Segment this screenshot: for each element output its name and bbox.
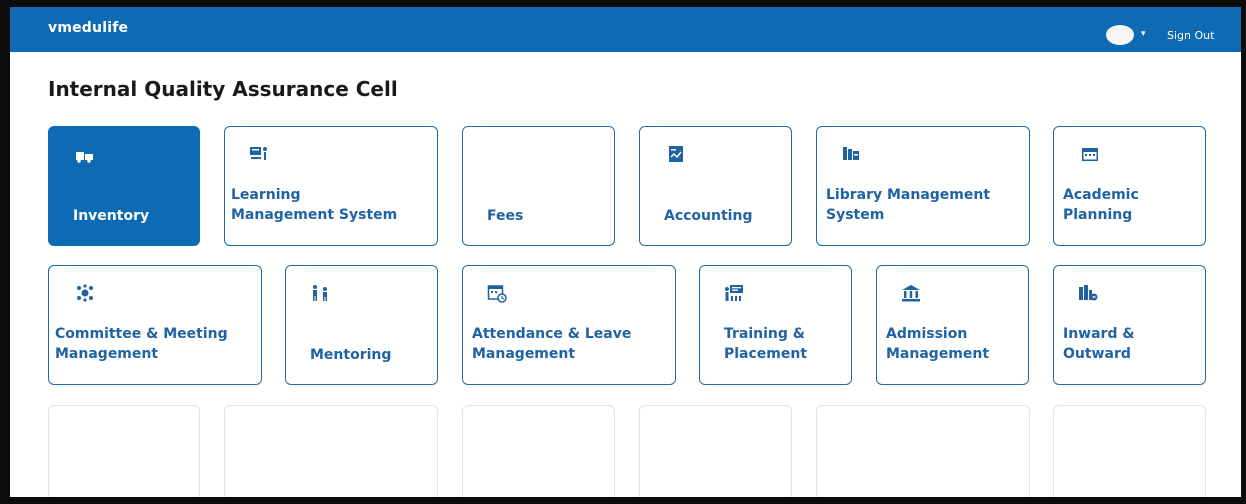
sign-out-link[interactable]: Sign Out [1167, 29, 1214, 42]
module-tile-placeholder [1053, 405, 1206, 497]
top-navbar: vmedulife ▾ Sign Out [10, 7, 1241, 52]
lms-icon [249, 145, 269, 163]
admission-icon [901, 284, 921, 302]
module-tile-mentoring[interactable]: Mentoring [285, 265, 438, 385]
module-tile-inward-outward[interactable]: Inward & Outward [1053, 265, 1206, 385]
module-tile-placeholder [462, 405, 615, 497]
brand-logo[interactable]: vmedulife [48, 20, 128, 36]
module-label: Accounting [664, 208, 753, 224]
accounting-icon [666, 145, 686, 163]
module-label: Learning Management System [231, 187, 398, 223]
module-tile-learning-management-system[interactable]: Learning Management System [224, 126, 438, 246]
module-tile-accounting[interactable]: Accounting [639, 126, 792, 246]
module-label: Inward & Outward [1063, 326, 1135, 362]
module-tile-library-management-system[interactable]: Library Management System [816, 126, 1030, 246]
module-tile-academic-planning[interactable]: Academic Planning [1053, 126, 1206, 246]
module-label: Library Management System [826, 187, 991, 223]
module-tile-committee-meeting-management[interactable]: Committee & Meeting Management [48, 265, 262, 385]
module-label: Academic Planning [1063, 187, 1139, 223]
user-avatar[interactable] [1106, 25, 1134, 45]
app-window: vmedulife ▾ Sign Out Internal Quality As… [10, 7, 1241, 497]
module-tile-inventory[interactable]: Inventory [48, 126, 200, 246]
module-label: Committee & Meeting Management [55, 326, 228, 362]
inventory-icon [75, 147, 95, 165]
page-title: Internal Quality Assurance Cell [48, 77, 398, 101]
library-icon [841, 145, 861, 163]
calendar-icon [1080, 145, 1100, 163]
mentoring-icon [310, 284, 330, 302]
chevron-down-icon[interactable]: ▾ [1141, 29, 1146, 39]
module-label: Inventory [73, 208, 150, 224]
module-label: Attendance & Leave Management [472, 326, 632, 362]
module-tile-placeholder [639, 405, 792, 497]
module-tile-placeholder [816, 405, 1030, 497]
module-tile-placeholder [48, 405, 200, 497]
module-tile-attendance-leave-management[interactable]: Attendance & Leave Management [462, 265, 676, 385]
attendance-icon [487, 284, 507, 303]
module-label: Admission Management [886, 326, 990, 362]
module-tile-training-placement[interactable]: Training & Placement [699, 265, 852, 385]
module-tile-admission-management[interactable]: Admission Management [876, 265, 1029, 385]
inward-outward-icon [1078, 284, 1098, 302]
module-label: Fees [487, 208, 524, 224]
module-label: Mentoring [310, 347, 392, 363]
module-tile-placeholder [224, 405, 438, 497]
training-icon [724, 284, 744, 302]
module-label: Training & Placement [724, 326, 808, 362]
module-tile-fees[interactable]: Fees [462, 126, 615, 246]
committee-icon [75, 284, 95, 302]
